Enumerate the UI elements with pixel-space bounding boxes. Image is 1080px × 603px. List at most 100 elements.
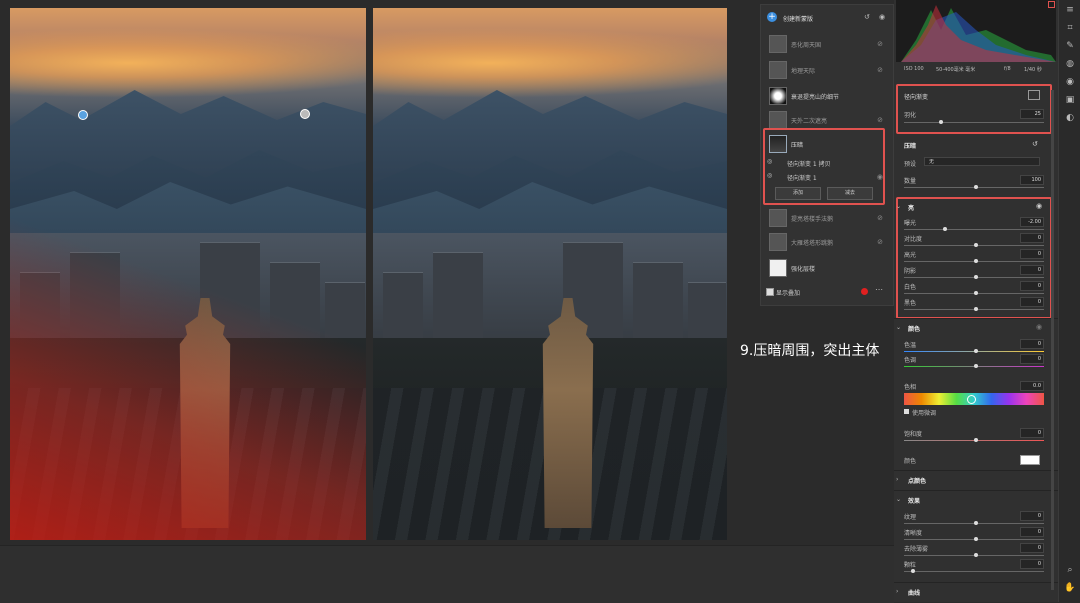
mask-item-selected[interactable]: 压暗 xyxy=(765,135,889,155)
eye-off-icon[interactable]: ⊘ xyxy=(877,116,883,124)
slider-knob[interactable] xyxy=(974,349,978,353)
slider-knob[interactable] xyxy=(974,185,978,189)
shadows-value[interactable]: 0 xyxy=(1020,265,1044,275)
temp-label: 色温 xyxy=(904,342,917,349)
eye-icon[interactable]: ◉ xyxy=(1036,323,1042,331)
feather-value[interactable]: 25 xyxy=(1020,109,1044,119)
clarity-slider[interactable] xyxy=(904,537,1044,541)
dehaze-slider[interactable] xyxy=(904,553,1044,557)
clip-warning-icon[interactable] xyxy=(1048,1,1055,8)
amount-slider[interactable] xyxy=(904,185,1044,189)
scrollbar[interactable] xyxy=(1051,90,1054,590)
more-icon[interactable]: ⋯ xyxy=(875,285,883,294)
dehaze-value[interactable]: 0 xyxy=(1020,543,1044,553)
masks-icon[interactable]: ◍ xyxy=(1064,58,1076,70)
tint-slider[interactable] xyxy=(904,364,1044,368)
eye-off-icon[interactable]: ⊘ xyxy=(877,66,883,74)
blacks-value[interactable]: 0 xyxy=(1020,297,1044,307)
chevron-right-icon[interactable]: › xyxy=(896,476,898,483)
show-overlay-checkbox[interactable] xyxy=(766,288,774,296)
mask-item[interactable]: 地理天际 ⊘ xyxy=(765,61,889,81)
slider-knob[interactable] xyxy=(911,569,915,573)
reset-icon[interactable]: ↺ xyxy=(1032,140,1038,148)
hand-icon[interactable]: ✋ xyxy=(1064,582,1076,594)
slider-knob[interactable] xyxy=(974,553,978,557)
temp-value[interactable]: 0 xyxy=(1020,339,1044,349)
eye-icon[interactable]: ◉ xyxy=(877,173,883,181)
mask-label: 衰退提亮山的细节 xyxy=(791,94,840,101)
subtract-button[interactable]: 减去 xyxy=(827,187,873,200)
saturation-slider[interactable] xyxy=(904,438,1044,442)
contrast-value[interactable]: 0 xyxy=(1020,233,1044,243)
sliders-icon[interactable]: ≡ xyxy=(1064,4,1076,16)
slider-knob[interactable] xyxy=(974,438,978,442)
mask-item[interactable]: 强化层楼 xyxy=(765,259,889,279)
feather-slider[interactable] xyxy=(904,120,1044,124)
slider-knob[interactable] xyxy=(974,275,978,279)
slider-knob[interactable] xyxy=(974,243,978,247)
invert-icon[interactable] xyxy=(1028,90,1040,100)
eye-icon[interactable]: ◉ xyxy=(1036,202,1042,210)
hue-value[interactable]: 0.0 xyxy=(1020,381,1044,391)
redeye-icon[interactable]: ◉ xyxy=(1064,76,1076,88)
chevron-down-icon[interactable]: ⌄ xyxy=(896,496,901,503)
after-photo[interactable] xyxy=(373,8,727,540)
mask-item[interactable]: 大雁塔塔形跳鹅 ⊘ xyxy=(765,233,889,253)
slider-knob[interactable] xyxy=(939,120,943,124)
overlay-color-swatch[interactable] xyxy=(861,288,868,295)
mask-item[interactable]: 提亮塔楼手法鹅 ⊘ xyxy=(765,209,889,229)
color-swatch[interactable] xyxy=(1020,455,1040,465)
snapshot-icon[interactable]: ◐ xyxy=(1064,112,1076,124)
chevron-right-icon[interactable]: › xyxy=(896,588,898,595)
clarity-value[interactable]: 0 xyxy=(1020,527,1044,537)
brush-icon[interactable]: ✎ xyxy=(1064,40,1076,52)
slider-knob[interactable] xyxy=(974,537,978,541)
saturation-value[interactable]: 0 xyxy=(1020,428,1044,438)
exposure-slider[interactable] xyxy=(904,227,1044,231)
radial-pin[interactable] xyxy=(300,109,310,119)
amount-value[interactable]: 100 xyxy=(1020,175,1044,185)
highlights-value[interactable]: 0 xyxy=(1020,249,1044,259)
texture-value[interactable]: 0 xyxy=(1020,511,1044,521)
mask-item[interactable]: 恶化周天国 ⊘ xyxy=(765,35,889,55)
crop-icon[interactable]: ⌗ xyxy=(1064,22,1076,34)
slider-knob[interactable] xyxy=(974,364,978,368)
slider-knob[interactable] xyxy=(974,291,978,295)
chevron-down-icon[interactable]: ⌄ xyxy=(896,324,901,331)
mask-item[interactable]: 衰退提亮山的细节 xyxy=(765,87,889,107)
presets-icon[interactable]: ▣ xyxy=(1064,94,1076,106)
reset-icon[interactable]: ↺ xyxy=(864,13,870,21)
contrast-slider[interactable] xyxy=(904,243,1044,247)
eye-off-icon[interactable]: ⊘ xyxy=(877,214,883,222)
slider-knob[interactable] xyxy=(974,521,978,525)
eye-off-icon[interactable]: ⊘ xyxy=(877,40,883,48)
grain-slider[interactable] xyxy=(904,569,1044,573)
exposure-value[interactable]: -2.00 xyxy=(1020,217,1044,227)
create-mask-icon[interactable]: + xyxy=(767,12,777,22)
temp-slider[interactable] xyxy=(904,349,1044,353)
component-item[interactable]: ◎ 径向渐变 1 ◉ xyxy=(765,171,889,183)
preset-select[interactable]: 无 xyxy=(924,157,1040,166)
grain-value[interactable]: 0 xyxy=(1020,559,1044,569)
whites-value[interactable]: 0 xyxy=(1020,281,1044,291)
tint-value[interactable]: 0 xyxy=(1020,354,1044,364)
texture-slider[interactable] xyxy=(904,521,1044,525)
radial-pin-active[interactable] xyxy=(78,110,88,120)
before-photo[interactable] xyxy=(10,8,366,540)
chevron-down-icon[interactable]: ⌄ xyxy=(896,203,901,210)
whites-slider[interactable] xyxy=(904,291,1044,295)
shadows-slider[interactable] xyxy=(904,275,1044,279)
create-mask-label[interactable]: 创建新蒙版 xyxy=(783,14,813,23)
hue-slider[interactable] xyxy=(904,393,1044,405)
eye-icon[interactable]: ◉ xyxy=(879,13,885,21)
component-item[interactable]: ◎ 径向渐变 1 拷贝 xyxy=(765,157,889,169)
eye-off-icon[interactable]: ⊘ xyxy=(877,238,883,246)
add-button[interactable]: 添加 xyxy=(775,187,821,200)
highlights-slider[interactable] xyxy=(904,259,1044,263)
blacks-slider[interactable] xyxy=(904,307,1044,311)
hue-knob[interactable] xyxy=(967,395,976,404)
slider-knob[interactable] xyxy=(974,307,978,311)
slider-knob[interactable] xyxy=(974,259,978,263)
fine-tune-checkbox[interactable] xyxy=(904,409,909,414)
zoom-icon[interactable]: ⌕ xyxy=(1064,564,1076,576)
